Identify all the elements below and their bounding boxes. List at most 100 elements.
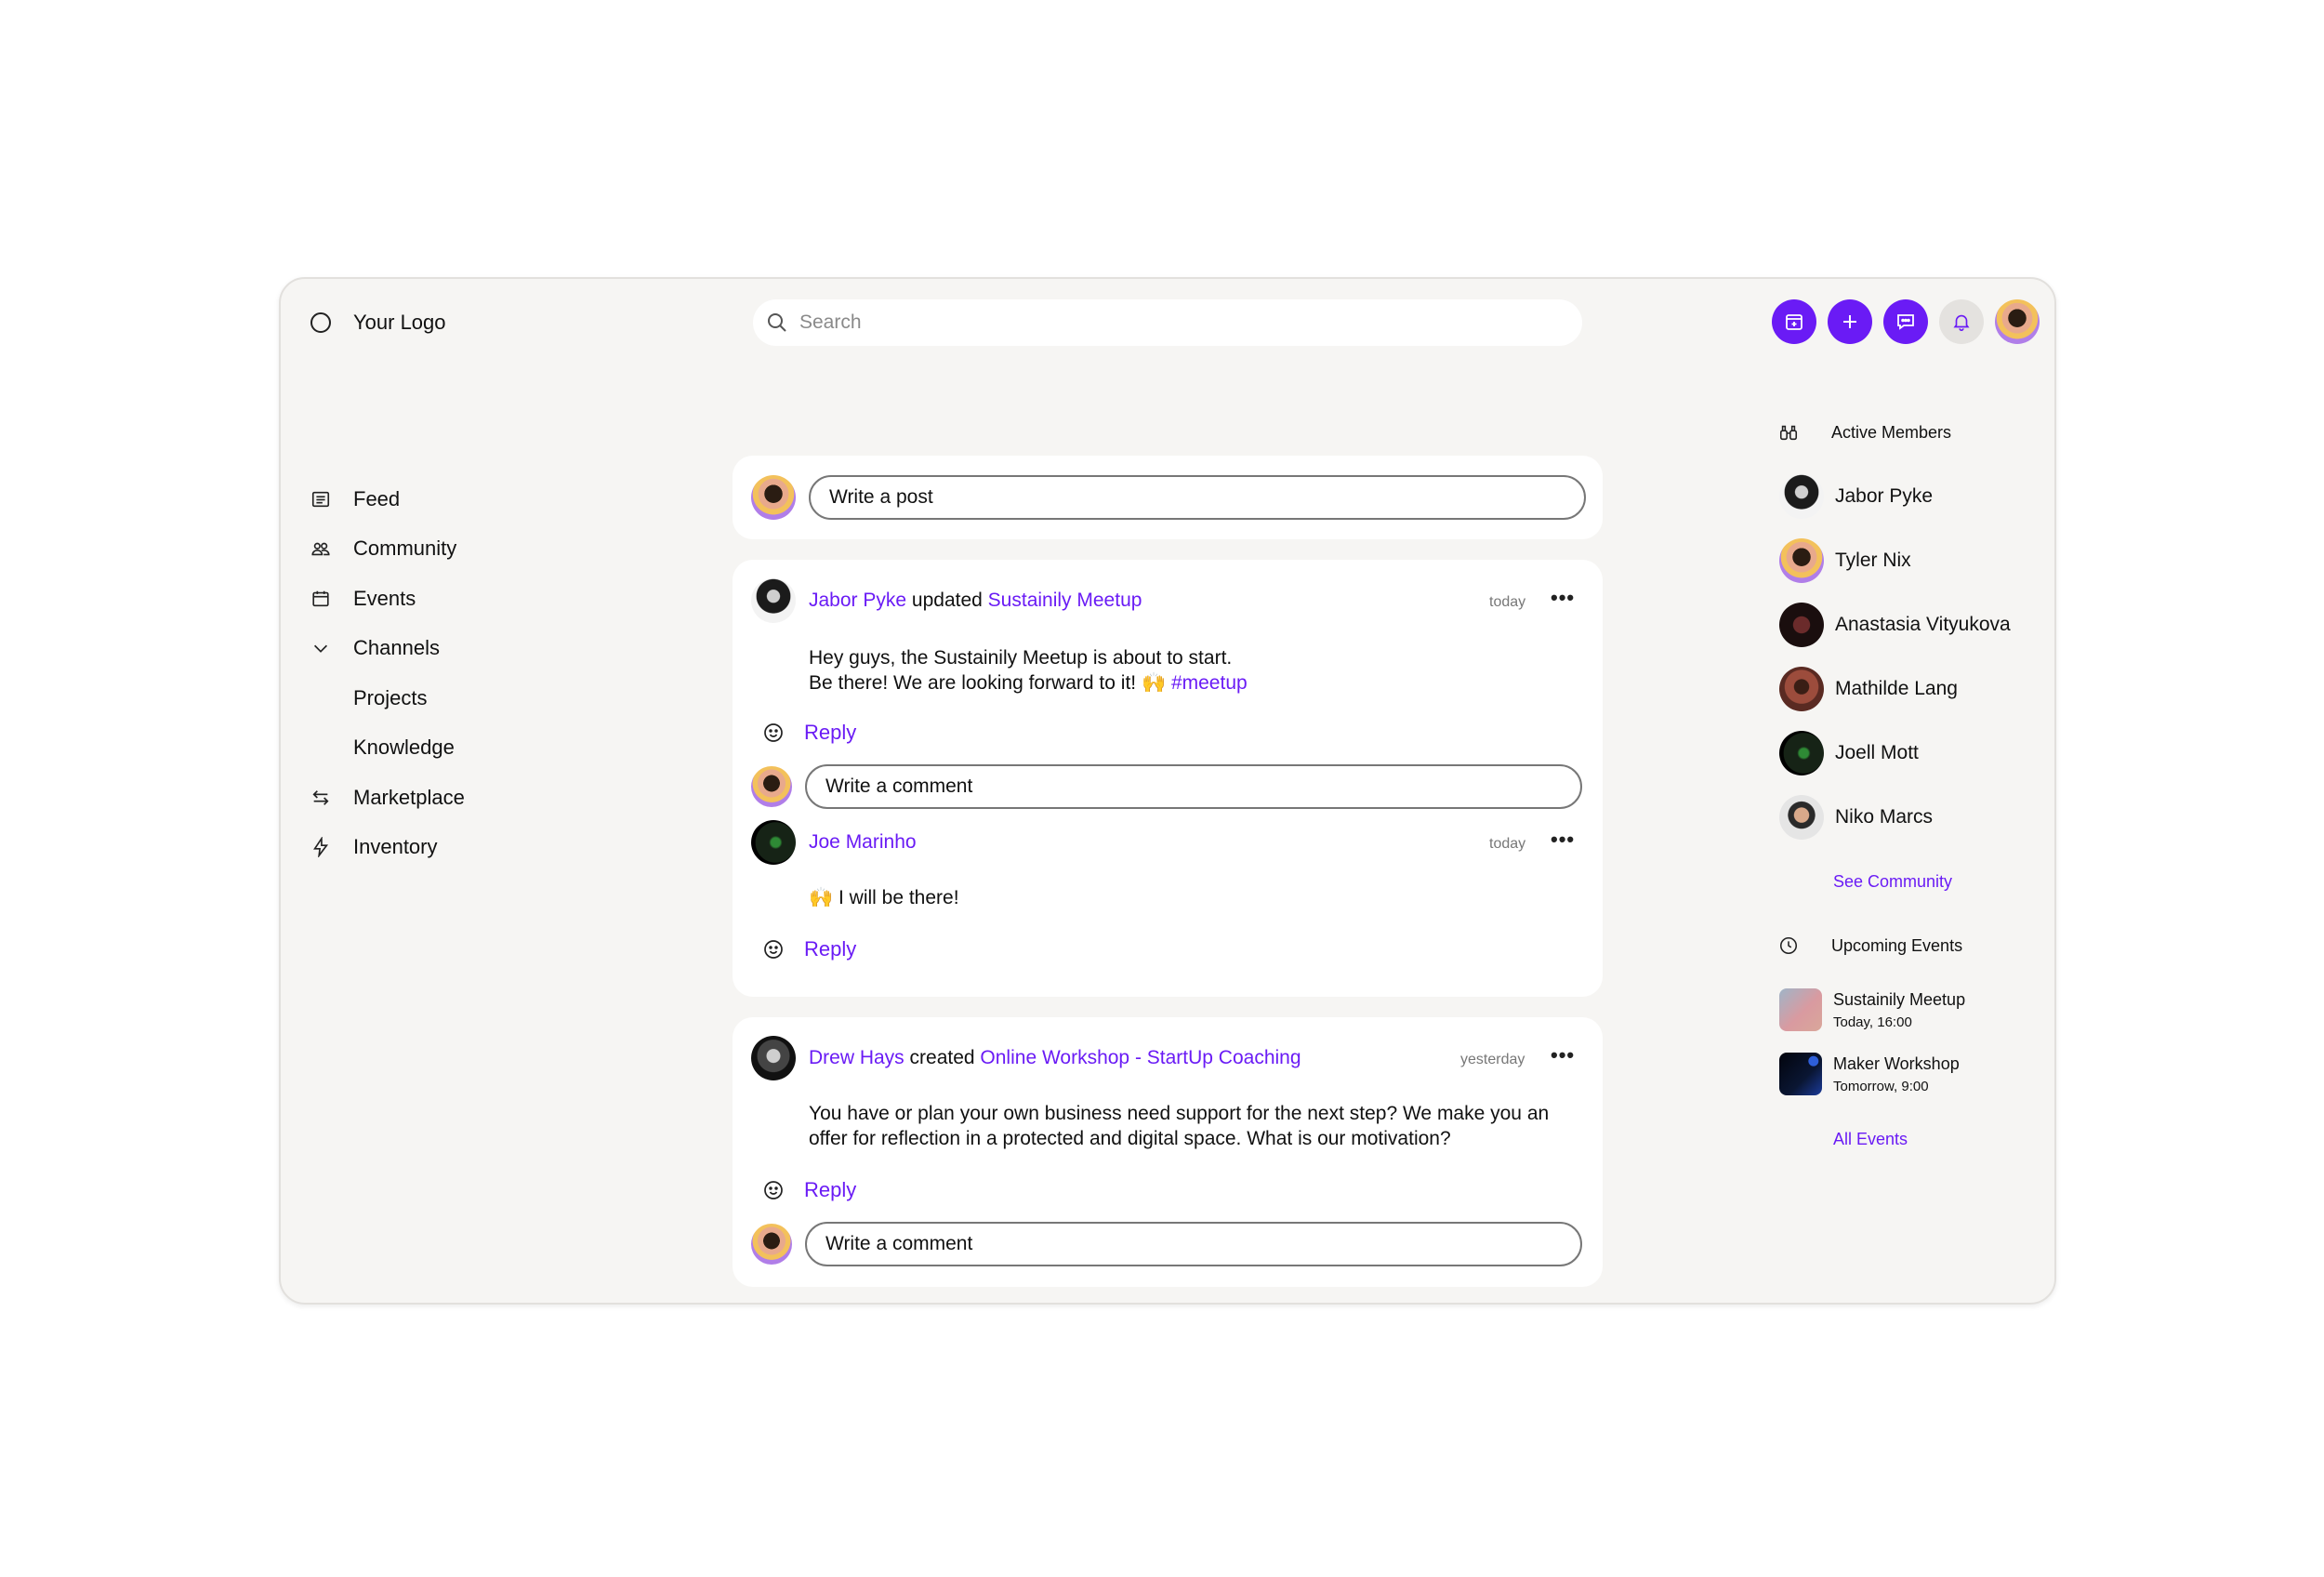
avatar bbox=[1779, 538, 1824, 583]
write-post-input[interactable]: Write a post bbox=[809, 475, 1586, 520]
sidebar-item-channels[interactable]: Channels bbox=[310, 624, 465, 674]
messages-button[interactable] bbox=[1883, 299, 1928, 344]
add-event-button[interactable] bbox=[1772, 299, 1816, 344]
swap-icon bbox=[312, 789, 329, 805]
composer-card: Write a post bbox=[733, 456, 1603, 539]
member-name: Mathilde Lang bbox=[1835, 678, 1958, 699]
post-body-line: Hey guys, the Sustainily Meetup is about… bbox=[809, 647, 1233, 669]
profile-avatar[interactable] bbox=[1995, 299, 2040, 344]
logo[interactable]: Your Logo bbox=[310, 311, 446, 335]
hashtag-link[interactable]: #meetup bbox=[1171, 672, 1248, 694]
search-icon bbox=[768, 313, 786, 332]
upcoming-events-header: Upcoming Events bbox=[1777, 934, 1962, 957]
sidebar-item-label: Projects bbox=[353, 685, 428, 709]
event-name: Maker Workshop bbox=[1833, 1054, 1960, 1073]
event-thumbnail bbox=[1779, 1053, 1822, 1095]
avatar bbox=[751, 475, 796, 520]
post-target-link[interactable]: Online Workshop - StartUp Coaching bbox=[980, 1047, 1301, 1068]
comment-author-link[interactable]: Joe Marinho bbox=[809, 831, 917, 854]
see-community-link[interactable]: See Community bbox=[1833, 872, 1952, 892]
avatar bbox=[1779, 731, 1824, 775]
chevron-down-icon bbox=[313, 644, 328, 654]
sidebar-item-knowledge[interactable]: Knowledge bbox=[310, 723, 465, 774]
app-window: Your Logo Search Feed Community Events C… bbox=[279, 277, 2056, 1305]
comment-body: 🙌 I will be there! bbox=[809, 887, 959, 908]
calendar-add-icon bbox=[1786, 314, 1802, 330]
sidebar-item-label: Inventory bbox=[353, 835, 438, 859]
event-item[interactable]: Sustainily Meetup Today, 16:00 bbox=[1779, 988, 1965, 1031]
post-body-line: Be there! We are looking forward to it! … bbox=[809, 672, 1167, 694]
emoji-reaction-icon[interactable] bbox=[762, 722, 785, 744]
post-timestamp: yesterday bbox=[1460, 1052, 1525, 1067]
post-card: Drew Hays created Online Workshop - Star… bbox=[733, 1017, 1603, 1287]
reply-link[interactable]: Reply bbox=[804, 1178, 856, 1202]
sidebar-item-label: Marketplace bbox=[353, 785, 465, 809]
search-input[interactable] bbox=[799, 311, 1543, 334]
event-time: Tomorrow, 9:00 bbox=[1833, 1078, 1929, 1094]
post-author-link[interactable]: Drew Hays bbox=[809, 1047, 905, 1068]
avatar[interactable] bbox=[751, 820, 796, 865]
notifications-button[interactable] bbox=[1939, 299, 1984, 344]
event-time: Today, 16:00 bbox=[1833, 1014, 1912, 1030]
create-button[interactable] bbox=[1828, 299, 1872, 344]
member-item[interactable]: Mathilde Lang bbox=[1779, 667, 1958, 711]
sidebar-nav: Feed Community Events Channels Projects … bbox=[310, 474, 465, 872]
emoji-reaction-icon[interactable] bbox=[762, 938, 785, 961]
avatar bbox=[1779, 667, 1824, 711]
avatar bbox=[751, 766, 792, 807]
event-item[interactable]: Maker Workshop Tomorrow, 9:00 bbox=[1779, 1053, 1960, 1095]
avatar bbox=[1779, 795, 1824, 840]
post-card: Jabor Pyke updated Sustainily Meetup tod… bbox=[733, 560, 1603, 997]
post-body-line: You have or plan your own business need … bbox=[809, 1103, 1550, 1124]
active-members-title: Active Members bbox=[1831, 422, 1952, 442]
member-name: Niko Marcs bbox=[1835, 806, 1934, 828]
post-target-link[interactable]: Sustainily Meetup bbox=[988, 590, 1142, 611]
all-events-link[interactable]: All Events bbox=[1833, 1130, 1908, 1149]
sidebar-item-label: Events bbox=[353, 586, 416, 610]
member-name: Jabor Pyke bbox=[1835, 485, 1934, 507]
more-options-button[interactable]: ••• bbox=[1551, 829, 1575, 850]
sidebar-item-label: Community bbox=[353, 537, 457, 561]
write-comment-input[interactable]: Write a comment bbox=[805, 764, 1582, 809]
event-name: Sustainily Meetup bbox=[1833, 989, 1966, 1009]
sidebar-item-marketplace[interactable]: Marketplace bbox=[310, 773, 465, 823]
search-bar[interactable] bbox=[753, 299, 1582, 346]
avatar bbox=[751, 1224, 792, 1265]
more-options-button[interactable]: ••• bbox=[1551, 1045, 1575, 1066]
bell-icon bbox=[1953, 314, 1970, 331]
reply-link[interactable]: Reply bbox=[804, 721, 856, 745]
member-name: Tyler Nix bbox=[1835, 550, 1911, 571]
feed-icon bbox=[311, 491, 330, 507]
bolt-icon bbox=[313, 837, 329, 858]
avatar[interactable] bbox=[751, 1036, 796, 1080]
avatar[interactable] bbox=[751, 578, 796, 623]
sidebar-item-projects[interactable]: Projects bbox=[310, 673, 465, 723]
sidebar-item-community[interactable]: Community bbox=[310, 524, 465, 575]
logo-text: Your Logo bbox=[353, 311, 446, 334]
sidebar-item-label: Channels bbox=[353, 636, 440, 660]
active-members-header: Active Members bbox=[1777, 421, 1951, 444]
member-item[interactable]: Niko Marcs bbox=[1779, 795, 1933, 840]
sidebar-item-events[interactable]: Events bbox=[310, 574, 465, 624]
sidebar-item-label: Knowledge bbox=[353, 735, 455, 760]
post-body-line: offer for reflection in a protected and … bbox=[809, 1128, 1451, 1149]
member-name: Anastasia Vityukova bbox=[1835, 614, 2011, 635]
member-item[interactable]: Jabor Pyke bbox=[1779, 474, 1933, 519]
reply-link[interactable]: Reply bbox=[804, 937, 856, 961]
member-item[interactable]: Joell Mott bbox=[1779, 731, 1919, 775]
binoculars-icon bbox=[1779, 425, 1798, 441]
sidebar-item-inventory[interactable]: Inventory bbox=[310, 823, 465, 873]
emoji-reaction-icon[interactable] bbox=[762, 1179, 785, 1201]
member-item[interactable]: Anastasia Vityukova bbox=[1779, 603, 2011, 647]
sidebar-item-label: Feed bbox=[353, 486, 401, 510]
member-item[interactable]: Tyler Nix bbox=[1779, 538, 1911, 583]
avatar bbox=[1779, 474, 1824, 519]
write-comment-input[interactable]: Write a comment bbox=[805, 1222, 1582, 1266]
sidebar-item-feed[interactable]: Feed bbox=[310, 474, 465, 524]
plus-icon bbox=[1843, 315, 1856, 328]
comment-timestamp: today bbox=[1489, 836, 1526, 852]
post-author-link[interactable]: Jabor Pyke bbox=[809, 590, 906, 611]
more-options-button[interactable]: ••• bbox=[1551, 588, 1575, 608]
community-icon bbox=[311, 542, 330, 556]
header-actions bbox=[1772, 299, 2040, 344]
